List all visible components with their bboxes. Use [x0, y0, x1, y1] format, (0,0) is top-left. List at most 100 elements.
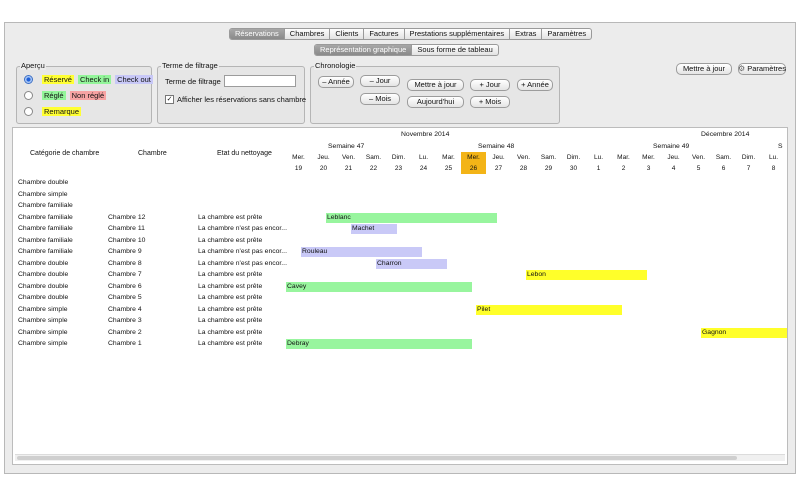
tab-6[interactable]: Paramètres	[542, 29, 591, 39]
row-room: Chambre 2	[108, 328, 142, 336]
day-number: 24	[419, 165, 428, 172]
row-room: Chambre 8	[108, 259, 142, 267]
today-button[interactable]: Aujourd'hui	[407, 96, 464, 108]
weekday-label: Mer.	[292, 154, 305, 161]
row-room: Chambre 6	[108, 282, 142, 290]
booking-bar[interactable]: Charron	[376, 258, 447, 269]
booking-bar[interactable]: Machet	[351, 224, 397, 234]
month-label: Novembre 2014	[401, 131, 450, 138]
week-label: Semaine 47	[328, 143, 365, 150]
weekday-label: Jeu.	[317, 154, 330, 161]
next-month-button[interactable]: + Mois	[470, 96, 510, 108]
day-number: 30	[569, 165, 578, 172]
day-number: 19	[294, 165, 303, 172]
row-cleaning: La chambre est prête	[198, 213, 263, 221]
day-number: 22	[369, 165, 378, 172]
show-unassigned-label: Afficher les réservations sans chambre	[177, 95, 307, 104]
tab-4[interactable]: Prestations supplémentaires	[405, 29, 511, 39]
weekday-label: Lu.	[768, 154, 779, 161]
legend-badge: Non réglé	[69, 91, 107, 100]
day-number: 28	[519, 165, 528, 172]
booking-bar[interactable]: Leblanc	[326, 212, 497, 223]
row-room: Chambre 11	[108, 225, 145, 232]
next-day-button[interactable]: + Jour	[470, 79, 510, 91]
legend-badge: Check in	[77, 75, 112, 84]
next-year-button[interactable]: + Année	[517, 79, 553, 91]
booking-bar[interactable]: Pilet	[476, 304, 622, 315]
weekday-label: Lu.	[418, 154, 429, 161]
weekday-label: Sam.	[365, 154, 382, 161]
show-unassigned-row[interactable]: ✓ Afficher les réservations sans chambre	[165, 95, 306, 104]
gear-icon: ⚙	[738, 64, 746, 73]
day-number: 2	[621, 165, 626, 172]
row-room: Chambre 9	[108, 248, 142, 255]
update-timeline-button[interactable]: Mettre à jour	[407, 79, 464, 91]
weekday-label: Dim.	[566, 154, 581, 161]
day-number: 7	[746, 165, 751, 172]
row-category: Chambre double	[18, 259, 69, 267]
apercu-radio-2[interactable]	[24, 107, 33, 116]
row-category: Chambre simple	[18, 317, 68, 324]
show-unassigned-checkbox[interactable]: ✓	[165, 95, 174, 104]
view-tab-1[interactable]: Sous forme de tableau	[412, 45, 497, 55]
row-room: Chambre 4	[108, 305, 142, 313]
tab-1[interactable]: Chambres	[285, 29, 331, 39]
day-number: 23	[394, 165, 403, 172]
apercu-radio-1[interactable]	[24, 91, 33, 100]
view-tab-0[interactable]: Représentation graphique	[315, 45, 413, 55]
apercu-title: Aperçu	[20, 61, 46, 70]
scrollbar-thumb[interactable]	[17, 456, 737, 460]
weekday-label: Mar.	[442, 154, 455, 161]
month-label: Décembre 2014	[701, 131, 750, 138]
update-button[interactable]: Mettre à jour	[676, 63, 732, 75]
booking-bar[interactable]: Gagnon	[701, 327, 787, 338]
filter-input[interactable]	[224, 75, 296, 87]
day-number: 29	[544, 165, 553, 172]
horizontal-scrollbar[interactable]	[15, 454, 785, 461]
weekday-label: Ven.	[341, 154, 355, 161]
legend-badge: Réglé	[42, 91, 66, 100]
day-number: 21	[344, 165, 353, 172]
view-tab-bar: Représentation graphique Sous forme de ta…	[314, 44, 499, 56]
weekday-label: Jeu.	[492, 154, 505, 161]
row-category: Chambre simple	[18, 340, 68, 347]
booking-bar[interactable]: Cavey	[286, 281, 472, 292]
day-number: 27	[494, 165, 503, 172]
main-tab-bar: Réservations Chambres Clients Factures Prest…	[229, 28, 593, 40]
prev-year-button[interactable]: – Année	[318, 76, 354, 88]
booking-bar[interactable]: Debray	[286, 339, 472, 349]
row-category: Chambre double	[18, 294, 69, 301]
tab-0[interactable]: Réservations	[230, 29, 285, 39]
row-room: Chambre 3	[108, 317, 142, 324]
row-room: Chambre 10	[108, 236, 146, 244]
legend-badge: Check out	[115, 75, 153, 84]
weekday-label: Sam.	[540, 154, 557, 161]
tab-5[interactable]: Extras	[510, 29, 543, 39]
row-room: Chambre 1	[108, 340, 142, 347]
apercu-option-1[interactable]: Réglé Non réglé	[24, 91, 107, 100]
tab-3[interactable]: Factures	[364, 29, 405, 39]
row-cleaning: La chambre est prête	[198, 282, 263, 290]
row-category: Chambre double	[18, 282, 69, 290]
prev-day-button[interactable]: – Jour	[360, 75, 400, 87]
header-cleaning: Etat du nettoyage	[217, 150, 272, 157]
row-cleaning: La chambre est prête	[198, 317, 263, 324]
settings-button[interactable]: ⚙ Paramètres	[738, 63, 786, 75]
tab-2[interactable]: Clients	[330, 29, 365, 39]
row-cleaning: La chambre n'est pas encor...	[198, 248, 287, 255]
weekday-label: Ven.	[516, 154, 530, 161]
day-number: 3	[646, 165, 651, 172]
row-cleaning: La chambre n'est pas encor...	[198, 259, 287, 267]
row-category: Chambre double	[18, 271, 69, 278]
apercu-option-2[interactable]: Remarque	[24, 107, 82, 116]
chronologie-group	[310, 66, 560, 124]
prev-month-button[interactable]: – Mois	[360, 93, 400, 105]
booking-bar[interactable]: Lebon	[526, 270, 647, 280]
weekday-label: Dim.	[391, 154, 406, 161]
day-number: 5	[696, 165, 701, 172]
apercu-option-0[interactable]: Réservé Check in Check out	[24, 75, 153, 84]
day-number: 26	[469, 165, 478, 172]
booking-bar[interactable]: Rouleau	[301, 247, 422, 257]
row-category: Chambre simple	[18, 190, 68, 198]
apercu-radio-0[interactable]	[24, 75, 33, 84]
